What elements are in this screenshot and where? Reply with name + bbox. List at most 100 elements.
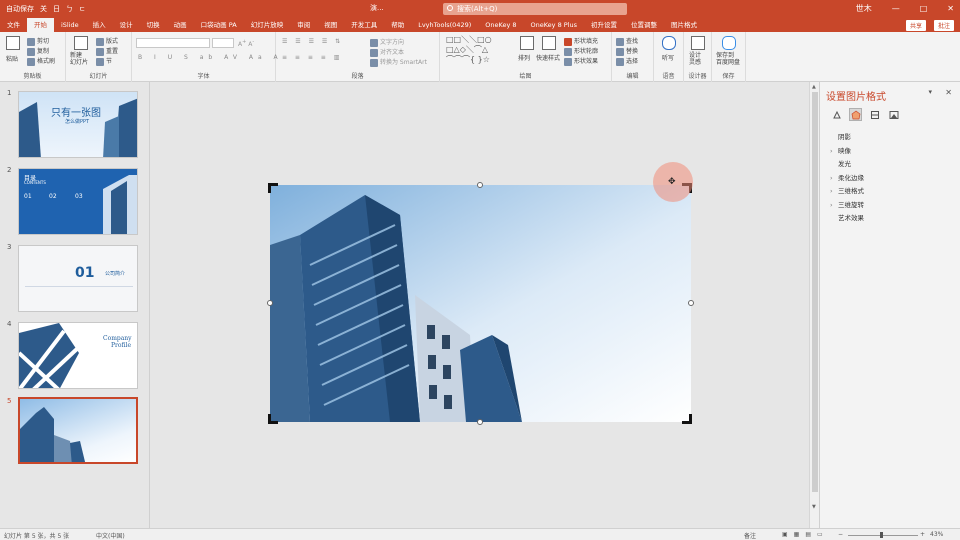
save-to-cloud-button[interactable]: 保存到 百度网盘 (716, 52, 740, 66)
tab-7[interactable]: 口袋动画 PA (194, 18, 244, 32)
crop-handle-bottom-left[interactable] (268, 414, 278, 424)
resize-handle-bottom[interactable] (477, 419, 483, 425)
close-icon[interactable]: ✕ (945, 88, 952, 97)
autosave-toggle[interactable]: 关 (40, 4, 47, 14)
zoom-level[interactable]: 43% (930, 531, 943, 538)
text-direction-button[interactable]: 文字方向 (370, 37, 404, 47)
size-position-icon[interactable] (868, 108, 881, 121)
align-buttons[interactable]: ≡ ≡ ≡ ≡ ▥ (282, 54, 342, 61)
zoom-out-icon[interactable]: − (838, 531, 843, 538)
slide-thumbnail-2[interactable]: 目录 CONTENTS 01 02 03 (18, 168, 138, 235)
comments-button[interactable]: 批注 (933, 20, 954, 31)
shape-effects-button[interactable]: 形状效果 (564, 56, 598, 66)
crop-handle-top-left[interactable] (268, 183, 278, 193)
resize-handle-top[interactable] (477, 182, 483, 188)
copy-button[interactable]: 复制 (27, 46, 49, 56)
layout-button[interactable]: 版式 (96, 36, 118, 46)
arrange-button[interactable]: 排列 (518, 53, 530, 62)
smartart-button[interactable]: 转换为 SmartArt (370, 57, 427, 67)
tab-12[interactable]: 帮助 (384, 18, 411, 32)
pane-options-icon[interactable]: ▾ (928, 88, 932, 96)
pane-section-0[interactable]: 阴影 (830, 131, 851, 141)
section-button[interactable]: 节 (96, 56, 112, 66)
zoom-in-icon[interactable]: + (920, 531, 925, 538)
maximize-button[interactable]: □ (920, 4, 928, 13)
pane-section-1[interactable]: › 映像 (830, 145, 851, 155)
tab-6[interactable]: 动画 (167, 18, 194, 32)
effects-icon[interactable] (849, 108, 862, 121)
align-text-icon (370, 48, 378, 57)
tab-5[interactable]: 切换 (140, 18, 167, 32)
tab-8[interactable]: 幻灯片放映 (244, 18, 291, 32)
tab-3[interactable]: 插入 (86, 18, 113, 32)
select-button[interactable]: 选择 (616, 56, 638, 66)
cut-button[interactable]: 剪切 (27, 36, 49, 46)
tab-0[interactable]: 文件 (0, 18, 27, 32)
replace-button[interactable]: 替换 (616, 46, 638, 56)
tab-2[interactable]: iSlide (54, 18, 86, 32)
resize-handle-right[interactable] (688, 300, 694, 306)
slide-thumbnail-4[interactable]: Company Profile (18, 322, 138, 389)
crop-handle-bottom-right[interactable] (682, 414, 692, 424)
grow-font-button[interactable]: A+ A- (238, 39, 254, 48)
picture-icon[interactable] (887, 108, 900, 121)
align-text-button[interactable]: 对齐文本 (370, 47, 404, 57)
reset-button[interactable]: 重置 (96, 46, 118, 56)
drawing-label: 绘图 (519, 73, 532, 80)
design-ideas-button[interactable]: 设计 灵感 (689, 52, 701, 66)
tab-14[interactable]: OneKey 8 (478, 18, 523, 32)
tab-17[interactable]: 位置调整 (624, 18, 664, 32)
tab-13[interactable]: LvyhTools(0429) (411, 18, 478, 32)
pane-section-5[interactable]: › 三维旋转 (830, 199, 864, 209)
redo-button[interactable]: ㄷ (79, 4, 85, 14)
tab-11[interactable]: 开发工具 (344, 18, 384, 32)
slide-thumbnail-3[interactable]: 01 公司简介 (18, 245, 138, 312)
resize-handle-left[interactable] (267, 300, 273, 306)
new-slide-button[interactable]: 新建 幻灯片 (70, 52, 88, 66)
shape-fill-button[interactable]: 形状填充 (564, 36, 598, 46)
tab-16[interactable]: 初升设置 (584, 18, 624, 32)
close-button[interactable]: ✕ (947, 4, 954, 13)
font-size-select[interactable] (212, 38, 234, 48)
quick-styles-button[interactable]: 快速样式 (536, 53, 560, 62)
pane-section-4[interactable]: › 三维格式 (830, 185, 864, 195)
tab-1[interactable]: 开始 (27, 18, 54, 32)
pane-section-2[interactable]: 发光 (830, 158, 851, 168)
selected-picture[interactable] (270, 185, 691, 422)
scroll-thumb[interactable] (812, 92, 818, 492)
find-button[interactable]: 查找 (616, 36, 638, 46)
minimize-button[interactable]: — (892, 4, 900, 13)
tab-15[interactable]: OneKey 8 Plus (524, 18, 585, 32)
font-name-select[interactable] (136, 38, 210, 48)
scroll-down-icon[interactable]: ▼ (812, 504, 816, 510)
zoom-slider[interactable] (848, 535, 918, 536)
dictate-button[interactable]: 听写 (662, 53, 674, 62)
paste-button[interactable]: 粘贴 (6, 54, 18, 63)
list-buttons[interactable]: ☰ ☰ ☰ ☰ ⇅ (282, 38, 343, 45)
shapes-gallery[interactable]: □□＼＼□○ □△◇＼⌒△ ⌒⌒⌒{ }☆ (446, 35, 492, 65)
pane-section-3[interactable]: › 柔化边缘 (830, 172, 864, 182)
slide-canvas[interactable]: ✥ (151, 82, 809, 528)
shape-outline-button[interactable]: 形状轮廓 (564, 46, 598, 56)
scroll-up-icon[interactable]: ▲ (812, 84, 816, 90)
tab-18[interactable]: 图片格式 (664, 18, 704, 32)
save-button[interactable]: 日 (53, 4, 60, 14)
notes-button[interactable]: 备注 (744, 531, 756, 540)
user-name[interactable]: 世木 (856, 3, 872, 14)
view-buttons[interactable]: ▣▦▤▭ (782, 531, 829, 538)
tab-10[interactable]: 视图 (317, 18, 344, 32)
pane-section-6[interactable]: 艺术效果 (830, 212, 864, 222)
language-indicator[interactable]: 中文(中国) (96, 531, 125, 540)
zoom-slider-thumb[interactable] (880, 532, 883, 538)
slide-thumbnail-1[interactable]: 只有一张图 怎么做PPT (18, 91, 138, 158)
canvas-scrollbar[interactable]: ▲ ▼ (809, 82, 819, 528)
tab-9[interactable]: 审阅 (290, 18, 317, 32)
fill-line-icon[interactable] (830, 108, 843, 121)
share-button[interactable]: 共享 (905, 20, 926, 31)
tab-4[interactable]: 设计 (113, 18, 140, 32)
font-style-buttons[interactable]: B I U S ab AV Aa A (138, 54, 283, 61)
format-painter-button[interactable]: 格式刷 (27, 56, 55, 66)
undo-button[interactable]: ㄅ (66, 4, 73, 14)
search-input[interactable]: 搜索(Alt+Q) (443, 3, 627, 15)
slide-thumbnail-5[interactable] (18, 397, 138, 464)
